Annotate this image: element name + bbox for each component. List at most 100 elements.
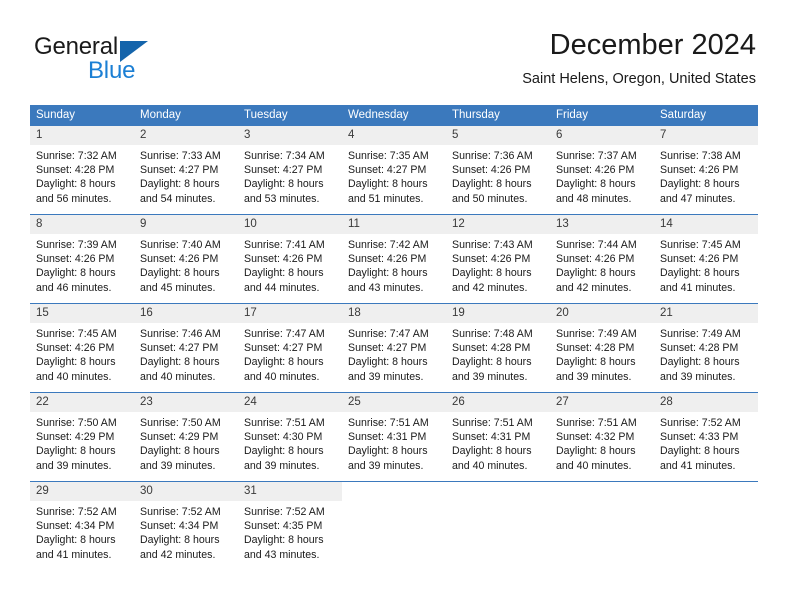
day-cell[interactable]: 5 Sunrise: 7:36 AM Sunset: 4:26 PM Dayli…: [446, 126, 550, 214]
sunrise-text: Sunrise: 7:50 AM: [36, 417, 117, 429]
daylight-text-line1: Daylight: 8 hours: [140, 267, 220, 280]
day-number: 29: [30, 482, 134, 501]
day-cell[interactable]: 17 Sunrise: 7:47 AM Sunset: 4:27 PM Dayl…: [238, 304, 342, 392]
weekday-friday: Friday: [556, 109, 588, 121]
day-details: Sunrise: 7:52 AM Sunset: 4:33 PM Dayligh…: [654, 412, 758, 473]
sunset-text: Sunset: 4:26 PM: [556, 253, 635, 266]
sunset-text: Sunset: 4:26 PM: [140, 253, 219, 266]
day-details: Sunrise: 7:34 AM Sunset: 4:27 PM Dayligh…: [238, 145, 342, 206]
day-cell[interactable]: 11 Sunrise: 7:42 AM Sunset: 4:26 PM Dayl…: [342, 215, 446, 303]
sunrise-text: Sunrise: 7:47 AM: [348, 328, 429, 340]
day-number: 21: [654, 304, 758, 323]
daylight-text-line2: and 51 minutes.: [348, 192, 424, 205]
day-cell[interactable]: 2 Sunrise: 7:33 AM Sunset: 4:27 PM Dayli…: [134, 126, 238, 214]
day-cell[interactable]: 16 Sunrise: 7:46 AM Sunset: 4:27 PM Dayl…: [134, 304, 238, 392]
sunset-text: Sunset: 4:28 PM: [660, 342, 739, 355]
sunrise-text: Sunrise: 7:49 AM: [556, 328, 637, 340]
day-cell[interactable]: 30 Sunrise: 7:52 AM Sunset: 4:34 PM Dayl…: [134, 482, 238, 570]
daylight-text-line1: Daylight: 8 hours: [348, 356, 428, 369]
day-cell[interactable]: 27 Sunrise: 7:51 AM Sunset: 4:32 PM Dayl…: [550, 393, 654, 481]
daylight-text-line2: and 39 minutes.: [452, 370, 528, 383]
day-details: Sunrise: 7:51 AM Sunset: 4:31 PM Dayligh…: [446, 412, 550, 473]
day-details: Sunrise: 7:33 AM Sunset: 4:27 PM Dayligh…: [134, 145, 238, 206]
sunrise-text: Sunrise: 7:43 AM: [452, 239, 533, 251]
day-cell[interactable]: 3 Sunrise: 7:34 AM Sunset: 4:27 PM Dayli…: [238, 126, 342, 214]
day-cell[interactable]: 22 Sunrise: 7:50 AM Sunset: 4:29 PM Dayl…: [30, 393, 134, 481]
daylight-text-line2: and 40 minutes.: [556, 459, 632, 472]
day-number: 8: [30, 215, 134, 234]
sunrise-text: Sunrise: 7:51 AM: [348, 417, 429, 429]
daylight-text-line1: Daylight: 8 hours: [452, 178, 532, 191]
sunset-text: Sunset: 4:26 PM: [36, 342, 115, 355]
daylight-text-line1: Daylight: 8 hours: [36, 267, 116, 280]
daylight-text-line1: Daylight: 8 hours: [556, 267, 636, 280]
daylight-text-line2: and 39 minutes.: [244, 459, 320, 472]
day-number: 15: [30, 304, 134, 323]
sunrise-text: Sunrise: 7:35 AM: [348, 150, 429, 162]
day-cell[interactable]: 4 Sunrise: 7:35 AM Sunset: 4:27 PM Dayli…: [342, 126, 446, 214]
day-cell[interactable]: 24 Sunrise: 7:51 AM Sunset: 4:30 PM Dayl…: [238, 393, 342, 481]
sunset-text: Sunset: 4:33 PM: [660, 431, 739, 444]
day-details: Sunrise: 7:44 AM Sunset: 4:26 PM Dayligh…: [550, 234, 654, 295]
day-number: 17: [238, 304, 342, 323]
sunrise-text: Sunrise: 7:44 AM: [556, 239, 637, 251]
daylight-text-line1: Daylight: 8 hours: [452, 267, 532, 280]
week-row: 1 Sunrise: 7:32 AM Sunset: 4:28 PM Dayli…: [30, 125, 758, 214]
day-cell[interactable]: 1 Sunrise: 7:32 AM Sunset: 4:28 PM Dayli…: [30, 126, 134, 214]
day-cell[interactable]: 25 Sunrise: 7:51 AM Sunset: 4:31 PM Dayl…: [342, 393, 446, 481]
day-cell[interactable]: 21 Sunrise: 7:49 AM Sunset: 4:28 PM Dayl…: [654, 304, 758, 392]
day-cell[interactable]: 14 Sunrise: 7:45 AM Sunset: 4:26 PM Dayl…: [654, 215, 758, 303]
day-cell[interactable]: 26 Sunrise: 7:51 AM Sunset: 4:31 PM Dayl…: [446, 393, 550, 481]
daylight-text-line2: and 42 minutes.: [140, 548, 216, 561]
sunrise-text: Sunrise: 7:42 AM: [348, 239, 429, 251]
day-number: 12: [446, 215, 550, 234]
sunrise-text: Sunrise: 7:47 AM: [244, 328, 325, 340]
sunrise-text: Sunrise: 7:51 AM: [452, 417, 533, 429]
daylight-text-line1: Daylight: 8 hours: [348, 445, 428, 458]
day-cell[interactable]: 23 Sunrise: 7:50 AM Sunset: 4:29 PM Dayl…: [134, 393, 238, 481]
sunset-text: Sunset: 4:30 PM: [244, 431, 323, 444]
day-cell[interactable]: 6 Sunrise: 7:37 AM Sunset: 4:26 PM Dayli…: [550, 126, 654, 214]
sunset-text: Sunset: 4:27 PM: [348, 342, 427, 355]
sunset-text: Sunset: 4:29 PM: [140, 431, 219, 444]
day-details: Sunrise: 7:38 AM Sunset: 4:26 PM Dayligh…: [654, 145, 758, 206]
day-cell[interactable]: 7 Sunrise: 7:38 AM Sunset: 4:26 PM Dayli…: [654, 126, 758, 214]
day-cell[interactable]: 29 Sunrise: 7:52 AM Sunset: 4:34 PM Dayl…: [30, 482, 134, 570]
day-details: Sunrise: 7:36 AM Sunset: 4:26 PM Dayligh…: [446, 145, 550, 206]
day-details: Sunrise: 7:45 AM Sunset: 4:26 PM Dayligh…: [654, 234, 758, 295]
page-header: General Blue December 2024 Saint Helens,…: [0, 0, 792, 100]
sunset-text: Sunset: 4:31 PM: [452, 431, 531, 444]
day-cell-empty: [654, 482, 758, 570]
day-number: 31: [238, 482, 342, 501]
day-cell[interactable]: 12 Sunrise: 7:43 AM Sunset: 4:26 PM Dayl…: [446, 215, 550, 303]
day-cell[interactable]: 8 Sunrise: 7:39 AM Sunset: 4:26 PM Dayli…: [30, 215, 134, 303]
weekday-thursday: Thursday: [452, 109, 500, 121]
daylight-text-line2: and 46 minutes.: [36, 281, 112, 294]
day-cell[interactable]: 31 Sunrise: 7:52 AM Sunset: 4:35 PM Dayl…: [238, 482, 342, 570]
day-cell[interactable]: 18 Sunrise: 7:47 AM Sunset: 4:27 PM Dayl…: [342, 304, 446, 392]
day-cell[interactable]: 9 Sunrise: 7:40 AM Sunset: 4:26 PM Dayli…: [134, 215, 238, 303]
weekday-saturday: Saturday: [660, 109, 707, 121]
day-cell[interactable]: 13 Sunrise: 7:44 AM Sunset: 4:26 PM Dayl…: [550, 215, 654, 303]
day-cell[interactable]: 28 Sunrise: 7:52 AM Sunset: 4:33 PM Dayl…: [654, 393, 758, 481]
day-number: 24: [238, 393, 342, 412]
day-cell[interactable]: 10 Sunrise: 7:41 AM Sunset: 4:26 PM Dayl…: [238, 215, 342, 303]
daylight-text-line1: Daylight: 8 hours: [140, 178, 220, 191]
week-row: 15 Sunrise: 7:45 AM Sunset: 4:26 PM Dayl…: [30, 303, 758, 392]
sunrise-text: Sunrise: 7:52 AM: [660, 417, 741, 429]
day-cell[interactable]: 15 Sunrise: 7:45 AM Sunset: 4:26 PM Dayl…: [30, 304, 134, 392]
daylight-text-line1: Daylight: 8 hours: [556, 445, 636, 458]
day-details: Sunrise: 7:32 AM Sunset: 4:28 PM Dayligh…: [30, 145, 134, 206]
day-number: 25: [342, 393, 446, 412]
day-cell[interactable]: 19 Sunrise: 7:48 AM Sunset: 4:28 PM Dayl…: [446, 304, 550, 392]
day-number: 28: [654, 393, 758, 412]
weekday-tuesday: Tuesday: [244, 109, 288, 121]
day-number: 19: [446, 304, 550, 323]
day-cell[interactable]: 20 Sunrise: 7:49 AM Sunset: 4:28 PM Dayl…: [550, 304, 654, 392]
sunset-text: Sunset: 4:31 PM: [348, 431, 427, 444]
day-details: Sunrise: 7:45 AM Sunset: 4:26 PM Dayligh…: [30, 323, 134, 384]
daylight-text-line2: and 40 minutes.: [140, 370, 216, 383]
sunset-text: Sunset: 4:27 PM: [244, 342, 323, 355]
sunrise-text: Sunrise: 7:51 AM: [244, 417, 325, 429]
sunrise-text: Sunrise: 7:40 AM: [140, 239, 221, 251]
